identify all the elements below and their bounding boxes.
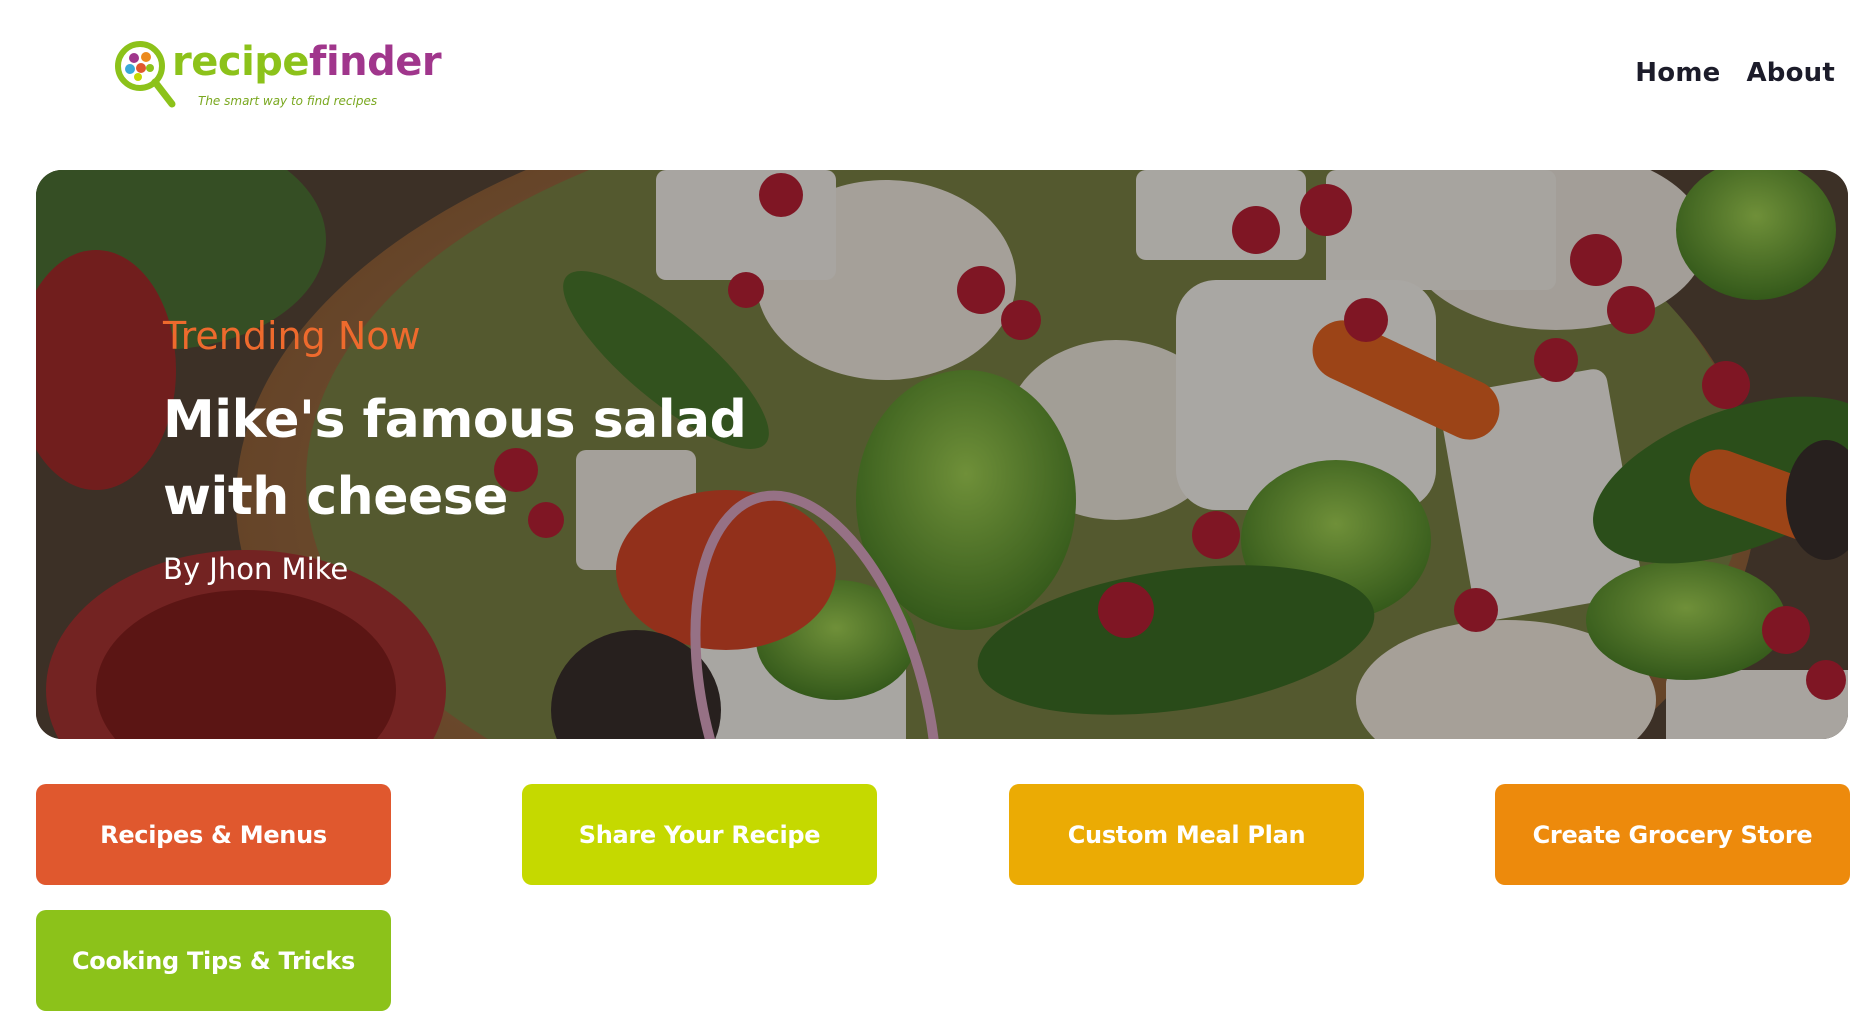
brand-logo[interactable]: recipefinder The smart way to find recip… (110, 36, 442, 116)
create-grocery-store-button[interactable]: Create Grocery Store (1495, 784, 1850, 885)
nav-about-link[interactable]: About (1746, 58, 1835, 88)
hero-kicker: Trending Now (163, 314, 421, 358)
brand-tagline: The smart way to find recipes (198, 94, 378, 108)
brand-wordmark: recipefinder (172, 39, 442, 85)
brand-name-part1: recipe (172, 39, 310, 85)
hero-author: By Jhon Mike (163, 551, 349, 586)
recipes-menus-button[interactable]: Recipes & Menus (36, 784, 391, 885)
site-header: recipefinder The smart way to find recip… (0, 0, 1874, 150)
hero-banner[interactable]: Trending Now Mike's famous salad with ch… (36, 170, 1848, 739)
brand-name-part2: finder (309, 39, 442, 85)
nav-home-link[interactable]: Home (1635, 58, 1720, 88)
hero-content: Trending Now Mike's famous salad with ch… (163, 314, 863, 586)
share-your-recipe-button[interactable]: Share Your Recipe (522, 784, 877, 885)
hero-title[interactable]: Mike's famous salad with cheese (163, 382, 863, 536)
cooking-tips-tricks-button[interactable]: Cooking Tips & Tricks (36, 910, 391, 1011)
custom-meal-plan-button[interactable]: Custom Meal Plan (1009, 784, 1364, 885)
main-nav: Home About (1635, 58, 1835, 88)
